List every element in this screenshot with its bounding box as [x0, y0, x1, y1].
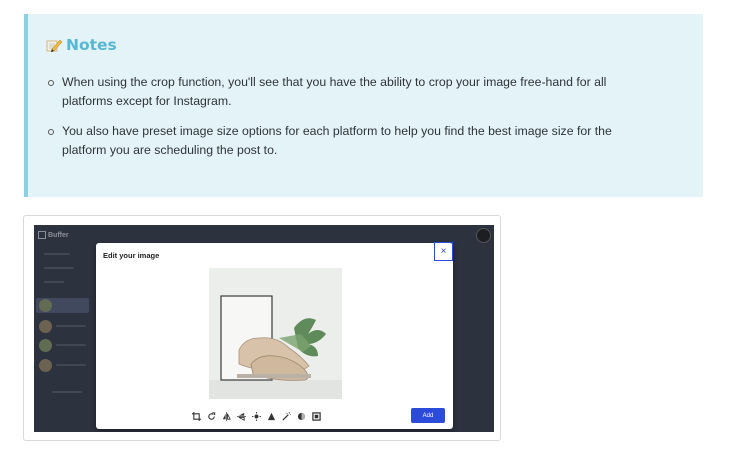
brightness-icon[interactable] [252, 412, 261, 421]
add-button[interactable]: Add [411, 408, 445, 423]
notes-heading: Notes [46, 36, 117, 54]
notes-item: You also have preset image size options … [46, 122, 646, 160]
modal-title: Edit your image [103, 251, 160, 260]
flip-vertical-icon[interactable] [237, 412, 246, 421]
edit-image-modal: Edit your image × Add [96, 242, 453, 429]
saturation-icon[interactable] [297, 412, 306, 421]
screenshot-frame: Buffer Edit your image × Add [23, 215, 501, 441]
notes-callout: Notes When using the crop function, you'… [24, 14, 703, 197]
contrast-icon[interactable] [267, 412, 276, 421]
flip-horizontal-icon[interactable] [222, 412, 231, 421]
close-button[interactable]: × [434, 242, 453, 261]
memo-pencil-icon [46, 38, 63, 53]
magic-wand-icon[interactable] [282, 412, 291, 421]
rotate-icon[interactable] [207, 412, 216, 421]
app-screenshot: Buffer Edit your image × Add [34, 225, 494, 432]
notes-list: When using the crop function, you'll see… [46, 73, 646, 171]
editable-photo [209, 268, 342, 399]
notes-item: When using the crop function, you'll see… [46, 73, 646, 111]
crop-icon[interactable] [192, 412, 201, 421]
editor-toolbar [192, 412, 321, 421]
frame-icon[interactable] [312, 412, 321, 421]
notes-title: Notes [66, 36, 117, 54]
